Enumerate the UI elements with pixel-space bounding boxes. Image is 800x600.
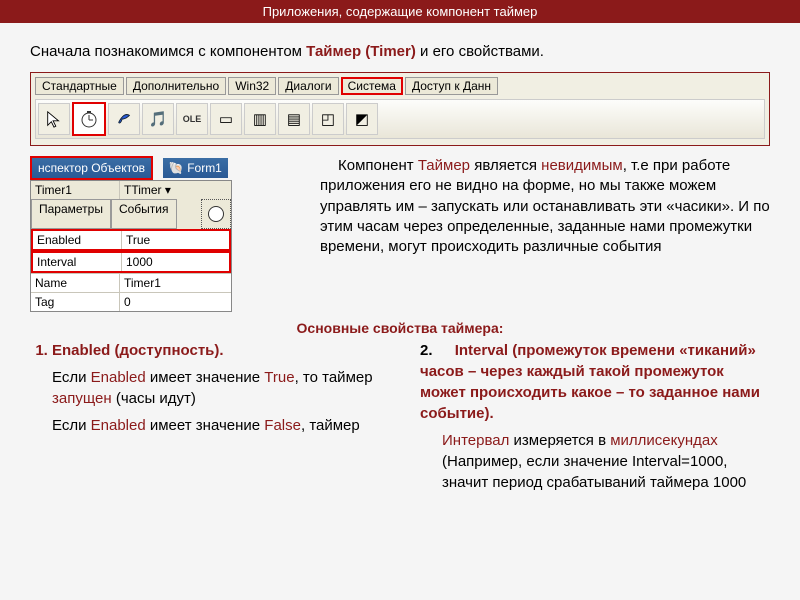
palette-icons: 🎵 OLE ▭ ▥ ▤ ◰ ◩ (35, 99, 765, 139)
enabled-true-para: Если Enabled имеет значение True, то тай… (52, 367, 380, 409)
interval-para: Интервал измеряется в миллисекундах (Нап… (442, 430, 770, 493)
l-p2b: Enabled (91, 417, 146, 434)
num-2: 2. (420, 342, 433, 359)
component-palette: Стандартные Дополнительно Win32 Диалоги … (30, 72, 770, 146)
l-p2c: имеет значение (146, 417, 265, 434)
intro-pre: Сначала познакомимся с компонентом (30, 43, 306, 60)
timer-icon[interactable] (72, 102, 106, 136)
l-p1b: Enabled (91, 369, 146, 386)
object-inspector: Timer1 TTimer ▾ Параметры События Enable… (30, 180, 232, 312)
l-p1e: , то таймер (295, 369, 373, 386)
interval-column: 2. Interval (промежуток времени «тиканий… (420, 340, 770, 493)
page-title: Приложения, содержащие компонент таймер (0, 0, 800, 23)
section-header: Основные свойства таймера: (30, 320, 770, 336)
r-p1b: измеряется в (509, 432, 610, 449)
prop-name-label: Name (31, 274, 120, 292)
desc-t1: Компонент (338, 157, 418, 174)
intro-comp: Таймер (Timer) (306, 43, 416, 60)
l-p2e: , таймер (301, 417, 360, 434)
prop-tag-value[interactable]: 0 (120, 293, 231, 311)
prop-tag-label: Tag (31, 293, 120, 311)
l-p1c: имеет значение (146, 369, 265, 386)
l-p2d: False (264, 417, 301, 434)
enabled-column: Enabled (доступность). Если Enabled имее… (30, 340, 380, 493)
inspector-column: нспектор Объектов 🐚 Form1 Timer1 TTimer … (30, 156, 290, 312)
r-p1d: (Например, если значение Interval=1000, … (442, 453, 746, 491)
tab-standard[interactable]: Стандартные (35, 77, 124, 95)
prop-enabled-value[interactable]: True (122, 231, 229, 249)
paintbox-icon[interactable] (108, 103, 140, 135)
ole-label: OLE (183, 114, 202, 124)
r-p1c: миллисекундах (610, 432, 718, 449)
tab-events[interactable]: События (111, 199, 177, 229)
l-p1d: True (264, 369, 294, 386)
form-name: Form1 (187, 161, 222, 175)
tab-properties[interactable]: Параметры (31, 199, 111, 229)
object-class: TTimer ▾ (120, 181, 231, 199)
intro-text: Сначала познакомимся с компонентом Тайме… (30, 43, 770, 60)
tab-additional[interactable]: Дополнительно (126, 77, 226, 95)
prop-interval-row[interactable]: Interval 1000 (31, 251, 231, 273)
prop-name-row[interactable]: Name Timer1 (31, 273, 231, 292)
enabled-list: Enabled (доступность). (30, 340, 380, 361)
timer-description: Компонент Таймер является невидимым, т.е… (320, 156, 770, 312)
interval-heading: Interval (промежуток времени «тиканий» ч… (420, 342, 760, 422)
component-icon-1[interactable]: ▭ (210, 103, 242, 135)
l-p1g: (часы идут) (112, 390, 196, 407)
palette-tabs: Стандартные Дополнительно Win32 Диалоги … (35, 75, 765, 99)
enabled-heading: Enabled (доступность). (52, 340, 380, 361)
component-icon-4[interactable]: ◰ (312, 103, 344, 135)
desc-t3: является (470, 157, 541, 174)
component-icon-5[interactable]: ◩ (346, 103, 378, 135)
intro-post: и его свойствами. (416, 43, 544, 60)
component-icon-3[interactable]: ▤ (278, 103, 310, 135)
lower-columns: Enabled (доступность). Если Enabled имее… (30, 340, 770, 493)
mediaplayer-icon[interactable]: 🎵 (142, 103, 174, 135)
tab-win32[interactable]: Win32 (228, 77, 276, 95)
tab-data-access[interactable]: Доступ к Данн (405, 77, 498, 95)
r-p1a: Интервал (442, 432, 509, 449)
timer-on-form-icon[interactable] (201, 199, 231, 229)
enabled-false-para: Если Enabled имеет значение False, тайме… (52, 415, 380, 436)
tab-system[interactable]: Система (341, 77, 403, 95)
l-p1f: запущен (52, 390, 112, 407)
prop-enabled-label: Enabled (33, 231, 122, 249)
prop-tag-row[interactable]: Tag 0 (31, 292, 231, 311)
l-p2a: Если (52, 417, 91, 434)
component-icon-2[interactable]: ▥ (244, 103, 276, 135)
ole-icon[interactable]: OLE (176, 103, 208, 135)
object-inspector-title: нспектор Объектов (30, 156, 153, 180)
r-h1: Interval (455, 342, 508, 359)
desc-t4: невидимым (541, 157, 623, 174)
content: Сначала познакомимся с компонентом Тайме… (0, 23, 800, 493)
prop-enabled-row[interactable]: Enabled True (31, 229, 231, 251)
tab-dialogs[interactable]: Диалоги (278, 77, 338, 95)
l-p1a: Если (52, 369, 91, 386)
interval-heading-row: 2. Interval (промежуток времени «тиканий… (420, 340, 770, 424)
prop-interval-label: Interval (33, 253, 122, 271)
inspector-tabs: Параметры События (31, 199, 231, 229)
cursor-icon[interactable] (38, 103, 70, 135)
prop-name-value[interactable]: Timer1 (120, 274, 231, 292)
object-name: Timer1 (31, 181, 120, 199)
form-designer-title: 🐚 Form1 (163, 158, 228, 178)
prop-interval-value[interactable]: 1000 (122, 253, 229, 271)
inspector-object-select[interactable]: Timer1 TTimer ▾ (31, 181, 231, 199)
desc-t2: Таймер (418, 157, 470, 174)
middle-row: нспектор Объектов 🐚 Form1 Timer1 TTimer … (30, 156, 770, 312)
